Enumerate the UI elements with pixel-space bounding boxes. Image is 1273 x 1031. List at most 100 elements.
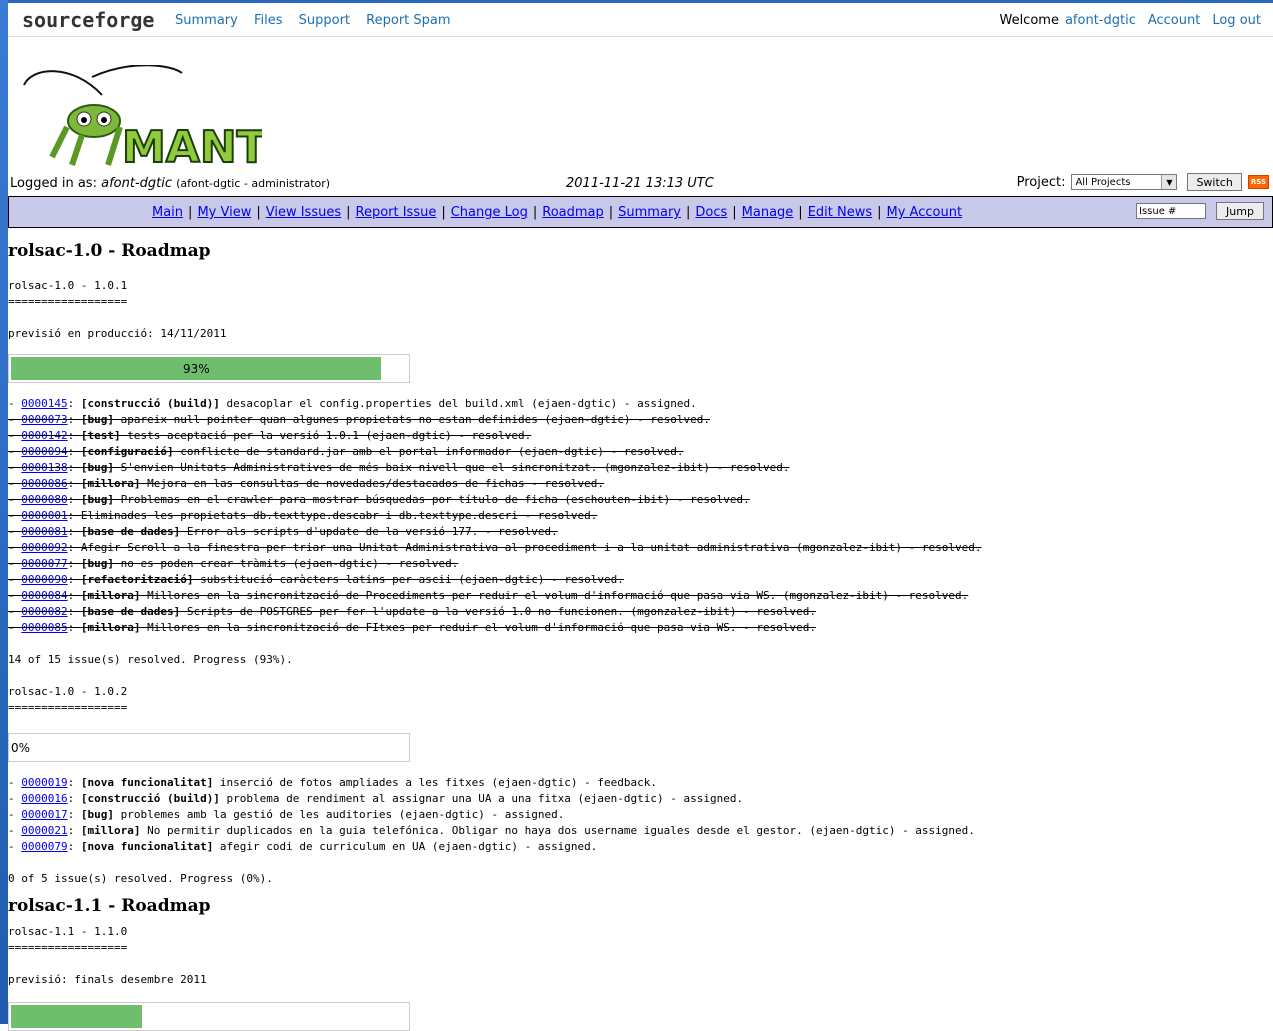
progress-fill-110 <box>11 1005 142 1028</box>
chevron-down-icon[interactable]: ▼ <box>1161 175 1177 189</box>
issue-summary: no es poden crear tràmits (ejaen-dgtic) … <box>113 557 459 570</box>
issue-link[interactable]: 0000017 <box>21 808 67 821</box>
project-select-value: All Projects <box>1075 176 1131 188</box>
sourceforge-nav: Summary Files Support Report Spam <box>175 13 463 28</box>
sf-report-spam-link[interactable]: Report Spam <box>366 13 450 28</box>
issue-summary: problemes amb la gestió de les auditorie… <box>113 808 565 821</box>
issue-link[interactable]: 0000145 <box>21 397 67 410</box>
project-select[interactable]: All Projects ▼ <box>1071 174 1178 190</box>
sf-logout-link[interactable]: Log out <box>1212 13 1261 28</box>
menu-separator: | <box>532 205 538 220</box>
issue-link[interactable]: 0000081 <box>21 525 67 538</box>
sf-user-link[interactable]: afont-dgtic <box>1065 13 1136 28</box>
issue-summary: Millores en la sincronització de FItxes … <box>140 621 816 634</box>
sourceforge-bar: sourceforge Summary Files Support Report… <box>8 3 1273 37</box>
summary-102: 0 of 5 issue(s) resolved. Progress (0%). <box>8 872 273 885</box>
issue-summary: inserció de fotos ampliades a les fitxes… <box>213 776 658 789</box>
menu-manage[interactable]: Manage <box>742 205 794 220</box>
issue-link[interactable]: 0000142 <box>21 429 67 442</box>
issue-link[interactable]: 0000016 <box>21 792 67 805</box>
issue-category: [nova funcionalitat] <box>80 776 214 789</box>
menu-my-account[interactable]: My Account <box>887 205 963 220</box>
sourceforge-logo[interactable]: sourceforge <box>22 8 154 32</box>
issue-summary: : Eliminades les propietats db.texttype.… <box>67 509 598 522</box>
issue-link[interactable]: 0000094 <box>21 445 67 458</box>
issue-link[interactable]: 0000073 <box>21 413 67 426</box>
issue-category: [refactorització] <box>80 573 194 586</box>
issue-link[interactable]: 0000084 <box>21 589 67 602</box>
roadmap-content: rolsac-1.0 - Roadmap rolsac-1.0 - 1.0.1 … <box>8 241 1273 1031</box>
menu-edit-news[interactable]: Edit News <box>808 205 872 220</box>
issue-summary: desacoplar el config.properties del buil… <box>219 397 697 410</box>
logged-in-username: afont-dgtic <box>101 176 172 191</box>
menu-separator: | <box>608 205 614 220</box>
sf-summary-link[interactable]: Summary <box>175 13 238 28</box>
issue-summary: problema de rendiment al assignar una UA… <box>219 792 744 805</box>
menu-separator: | <box>188 205 193 220</box>
issue-row: - 0000085: [millora] Millores en la sinc… <box>8 621 816 634</box>
issue-row: - 0000138: [bug] S'envien Unitats Admini… <box>8 461 790 474</box>
switch-button[interactable]: Switch <box>1187 173 1242 191</box>
issue-link[interactable]: 0000082 <box>21 605 67 618</box>
logged-in-label: Logged in as: <box>10 176 97 191</box>
issue-row: - 0000142: [test] tests aceptació per la… <box>8 429 532 442</box>
menu-summary[interactable]: Summary <box>618 205 681 220</box>
issue-row: - 0000001: Eliminades les propietats db.… <box>8 509 598 522</box>
menu-my-view[interactable]: My View <box>197 205 251 220</box>
issue-category: [millora] <box>80 477 141 490</box>
menu-docs[interactable]: Docs <box>695 205 727 220</box>
issue-category: [bug] <box>80 461 114 474</box>
sf-support-link[interactable]: Support <box>299 13 350 28</box>
menu-separator: | <box>732 205 737 220</box>
jump-button[interactable]: Jump <box>1216 202 1264 220</box>
issue-summary: S'envien Unitats Administratives de més … <box>113 461 790 474</box>
issue-link[interactable]: 0000138 <box>21 461 67 474</box>
menu-main[interactable]: Main <box>152 205 183 220</box>
menu-roadmap[interactable]: Roadmap <box>542 205 604 220</box>
menu-change-log[interactable]: Change Log <box>451 205 528 220</box>
menu-separator: | <box>441 205 446 220</box>
roadmap-title-11: rolsac-1.1 - Roadmap <box>8 896 211 916</box>
server-datetime: 2011-11-21 13:13 UTC <box>566 176 714 191</box>
issue-row: - 0000145: [construcció (build)] desacop… <box>8 397 697 410</box>
rss-icon[interactable]: RSS <box>1247 175 1269 189</box>
issue-row: - 0000019: [nova funcionalitat] inserció… <box>8 776 658 789</box>
issue-link[interactable]: 0000021 <box>21 824 67 837</box>
issue-number-input[interactable]: Issue # <box>1136 203 1206 219</box>
menu-view-issues[interactable]: View Issues <box>266 205 341 220</box>
issue-row: - 0000080: [bug] Problemas en el crawler… <box>8 493 750 506</box>
menu-report-issue[interactable]: Report Issue <box>356 205 437 220</box>
issue-summary: conflicte de standard.jar amb el portal … <box>173 445 684 458</box>
issue-summary: apareix null pointer quan algunes propie… <box>113 413 711 426</box>
menu-separator: | <box>346 205 351 220</box>
issue-link[interactable]: 0000092 <box>21 541 67 554</box>
sf-account-link[interactable]: Account <box>1148 13 1201 28</box>
mantis-logo[interactable]: MANTIS <box>12 65 262 169</box>
main-menu: Main | My View | View Issues | Report Issue | Ch… <box>8 196 1273 228</box>
issue-link[interactable]: 0000001 <box>21 509 67 522</box>
issue-link[interactable]: 0000090 <box>21 573 67 586</box>
issue-summary: Error als scripts d'update de la versió … <box>180 525 558 538</box>
project-label: Project: <box>1016 174 1066 190</box>
issue-link[interactable]: 0000079 <box>21 840 67 853</box>
issue-link[interactable]: 0000085 <box>21 621 67 634</box>
page: sourceforge Summary Files Support Report… <box>8 3 1273 1031</box>
issue-row: - 0000084: [millora] Millores en la sinc… <box>8 589 969 602</box>
issue-category: [bug] <box>80 557 114 570</box>
issue-row: - 0000081: [base de dades] Error als scr… <box>8 525 558 538</box>
issue-summary: afegir codi de curriculum en UA (ejaen-d… <box>213 840 598 853</box>
issue-link[interactable]: 0000019 <box>21 776 67 789</box>
mantis-logo-text: MANTIS <box>122 122 262 169</box>
sf-files-link[interactable]: Files <box>254 13 283 28</box>
menu-separator: | <box>798 205 803 220</box>
issue-summary: Millores en la sincronització de Procedi… <box>140 589 969 602</box>
issue-link[interactable]: 0000080 <box>21 493 67 506</box>
project-switcher: Project: All Projects ▼ Switch RSS <box>1017 173 1269 191</box>
issue-link[interactable]: 0000086 <box>21 477 67 490</box>
issue-category: [bug] <box>80 413 114 426</box>
issue-link[interactable]: 0000077 <box>21 557 67 570</box>
version-forecast-101: previsió en producció: 14/11/2011 <box>8 327 227 340</box>
window-left-border <box>0 0 8 1024</box>
issue-list-101: - 0000145: [construcció (build)] desacop… <box>8 396 1273 636</box>
progress-bar-101: 93% <box>8 354 410 383</box>
